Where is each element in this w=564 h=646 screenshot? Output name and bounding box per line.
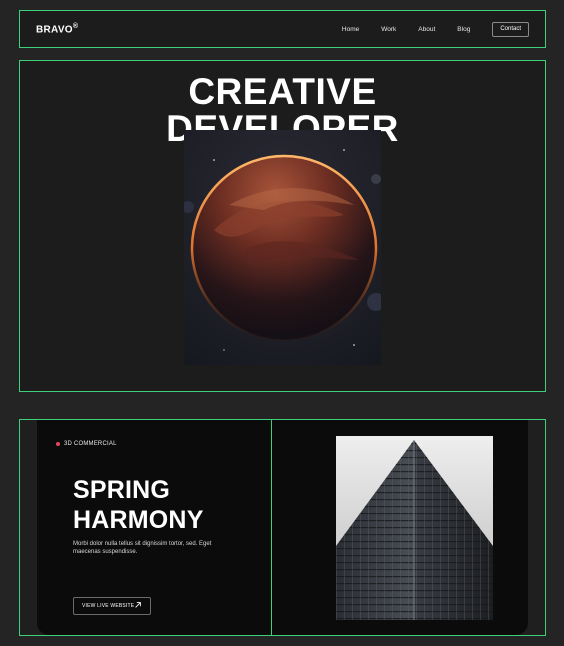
arrow-up-right-icon <box>135 602 141 608</box>
planet-image <box>184 130 381 365</box>
section-divider <box>271 420 272 635</box>
skyscraper-illustration <box>336 436 493 620</box>
project-category: 3D COMMERCIAL <box>64 441 117 447</box>
brand-logo[interactable]: BRAVO® <box>36 23 78 35</box>
contact-button[interactable]: Contact <box>492 22 529 37</box>
project-section: 3D COMMERCIAL SPRING HARMONY Morbi dolor… <box>19 419 546 636</box>
project-title-line-1: SPRING <box>73 476 171 504</box>
skyscraper-image <box>336 436 493 620</box>
nav-link-work[interactable]: Work <box>381 23 396 37</box>
view-live-website-button[interactable]: VIEW LIVE WEBSITE <box>73 597 151 615</box>
view-live-website-label: VIEW LIVE WEBSITE <box>82 603 135 609</box>
nav-links: Home Work About Blog Contact <box>342 22 529 37</box>
brand-name: BRAVO <box>36 24 73 36</box>
project-description: Morbi dolor nulla tellus sit dignissim t… <box>73 541 212 555</box>
project-category-tag: 3D COMMERCIAL <box>56 441 117 447</box>
hero-headline-line-1: CREATIVE <box>188 71 377 112</box>
registered-mark: ® <box>72 23 79 30</box>
project-title-line-2: HARMONY <box>73 506 204 534</box>
hero-section: CREATIVE DEVELOPER <box>19 60 546 392</box>
planet-illustration <box>184 130 381 365</box>
nav-link-blog[interactable]: Blog <box>457 23 470 37</box>
nav-link-home[interactable]: Home <box>342 23 359 37</box>
top-navigation: BRAVO® Home Work About Blog Contact <box>19 10 546 48</box>
nav-link-about[interactable]: About <box>418 23 435 37</box>
category-dot-icon <box>56 442 60 446</box>
